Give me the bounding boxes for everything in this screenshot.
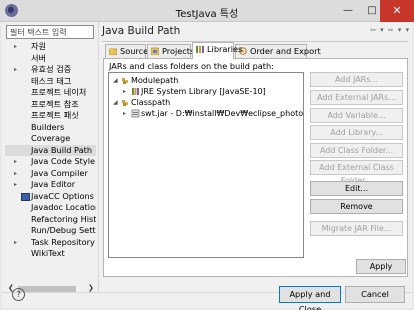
add-external-class-folder-button[interactable]: Add External Class Folder... bbox=[310, 160, 403, 185]
sidebar-item[interactable]: 프로젝트 패싯 bbox=[5, 110, 96, 122]
sidebar-item-label: Builders bbox=[31, 121, 65, 132]
forward-arrow-icon[interactable]: ⇨ ▾ ▾ bbox=[388, 26, 410, 34]
sidebar-item[interactable]: ▸ Task Repository bbox=[5, 237, 96, 249]
sidebar-item-label: Java Code Style bbox=[31, 156, 96, 166]
tab-source[interactable]: Source bbox=[105, 44, 149, 58]
modulepath-icon bbox=[122, 78, 128, 84]
library-icon bbox=[132, 88, 139, 95]
sidebar-item[interactable]: JavaCC Options bbox=[5, 191, 96, 203]
expanded-icon[interactable]: ◢ bbox=[113, 97, 118, 108]
back-arrow-icon[interactable]: ⇦ ▾ bbox=[370, 26, 385, 34]
panel-divider bbox=[98, 22, 99, 292]
sidebar-item-label: 서버 bbox=[31, 52, 47, 63]
sidebar-item[interactable]: Run/Debug Settings bbox=[5, 225, 96, 237]
collapsed-icon[interactable]: ▸ bbox=[123, 108, 126, 119]
history-arrows[interactable]: ⇦ ▾ ⇨ ▾ ▾ bbox=[370, 26, 410, 34]
libraries-description: JARs and class folders on the build path… bbox=[109, 61, 274, 71]
sidebar-item[interactable]: WikiText bbox=[5, 248, 96, 260]
add-library-button[interactable]: Add Library... bbox=[310, 125, 403, 140]
source-folder-icon bbox=[109, 48, 117, 55]
scroll-right-icon[interactable]: ❯ bbox=[88, 284, 94, 292]
sidebar-item[interactable]: 태스크 태그 bbox=[5, 76, 96, 88]
sidebar-item[interactable]: Coverage bbox=[5, 133, 96, 145]
sidebar-item-label: 태스크 태그 bbox=[31, 75, 72, 86]
add-variable-button[interactable]: Add Variable... bbox=[310, 108, 403, 123]
sidebar-item-label: 프로젝트 네이처 bbox=[31, 87, 87, 97]
expand-arrow-icon[interactable]: ▸ bbox=[14, 237, 17, 249]
sidebar-item-label: 자원 bbox=[31, 41, 47, 51]
collapsed-icon[interactable]: ▸ bbox=[123, 86, 126, 97]
sidebar-item-label: WikiText bbox=[31, 248, 65, 258]
projects-icon bbox=[151, 47, 159, 55]
migrate-jar-button[interactable]: Migrate JAR File... bbox=[310, 221, 403, 236]
sidebar-item[interactable]: Builders bbox=[5, 122, 96, 134]
sidebar-item-label: 프로젝트 패싯 bbox=[31, 110, 79, 120]
title-bar: TestJava 특성 — □ ✕ bbox=[0, 0, 414, 22]
jar-icon bbox=[131, 109, 140, 118]
tab-order-and-export[interactable]: Order and Export bbox=[235, 44, 321, 58]
tree-node-jre-system-library[interactable]: ▸ JRE System Library [JavaSE-10] bbox=[123, 86, 303, 97]
tab-label: Libraries bbox=[207, 44, 243, 54]
tab-label: Order and Export bbox=[250, 46, 321, 56]
remove-button[interactable]: Remove bbox=[310, 199, 403, 214]
build-path-tree[interactable]: ◢ Modulepath ▸ JRE System Library [JavaS… bbox=[108, 72, 304, 258]
expand-arrow-icon[interactable]: ▸ bbox=[14, 168, 17, 180]
tab-label: Source bbox=[120, 46, 149, 56]
expanded-icon[interactable]: ◢ bbox=[113, 75, 118, 86]
sidebar-item-label: Coverage bbox=[31, 133, 71, 143]
build-path-tabs: Source Projects Libraries Order and Expo… bbox=[102, 42, 408, 59]
sidebar-item-label: Java Build Path bbox=[31, 144, 93, 155]
tree-node-classpath[interactable]: ◢ Classpath bbox=[113, 97, 303, 108]
add-jars-button[interactable]: Add JARs... bbox=[310, 72, 403, 87]
property-page-tree: ▸ 자원 서버 ▸ 유효성 검증 태스크 태그 프로젝트 네이처 프로젝트 참조 프로젝트 패싯… bbox=[5, 41, 96, 283]
sidebar-item[interactable]: 프로젝트 네이처 bbox=[5, 87, 96, 99]
sidebar-item-label: 유효성 검증 bbox=[31, 64, 72, 74]
javacc-icon bbox=[21, 192, 30, 201]
sidebar-item[interactable]: ▸ 자원 bbox=[5, 41, 96, 53]
sidebar-item[interactable]: ▸ 유효성 검증 bbox=[5, 64, 96, 76]
help-icon[interactable]: ? bbox=[12, 288, 25, 301]
sidebar-item[interactable]: ▸ Java Compiler bbox=[5, 168, 96, 180]
libraries-icon bbox=[196, 46, 204, 53]
sidebar-item-label: Javadoc Location bbox=[31, 202, 96, 212]
add-external-jars-button[interactable]: Add External JARs... bbox=[310, 90, 403, 105]
sidebar-item-label: Run/Debug Settings bbox=[31, 225, 96, 235]
tab-label: Projects bbox=[162, 46, 195, 56]
sidebar-item[interactable]: Javadoc Location bbox=[5, 202, 96, 214]
expand-arrow-icon[interactable]: ▸ bbox=[14, 156, 17, 168]
close-button[interactable]: ✕ bbox=[380, 0, 414, 22]
dialog-body: 필터 텍스트 입력 ▸ 자원 서버 ▸ 유효성 검증 태스크 태그 프로젝트 네이처 프로젝트… bbox=[2, 22, 412, 310]
classpath-icon bbox=[122, 100, 128, 106]
expand-arrow-icon[interactable]: ▸ bbox=[14, 41, 17, 53]
sidebar-item[interactable]: ▸ Java Editor bbox=[5, 179, 96, 191]
sidebar-item-label: 프로젝트 참조 bbox=[31, 98, 79, 109]
expand-arrow-icon[interactable]: ▸ bbox=[14, 64, 17, 76]
tree-node-swt-jar[interactable]: ▸ swt.jar - D:₩install₩Dev₩eclipse_photo… bbox=[123, 108, 303, 119]
tab-projects[interactable]: Projects bbox=[147, 44, 195, 58]
sidebar-item-label: Java Compiler bbox=[31, 167, 88, 178]
sidebar-item-label: Java Editor bbox=[31, 179, 76, 189]
expand-arrow-icon[interactable]: ▸ bbox=[14, 179, 17, 191]
sidebar-item[interactable]: 프로젝트 참조 bbox=[5, 99, 96, 111]
tab-libraries[interactable]: Libraries bbox=[192, 42, 242, 59]
filter-input[interactable]: 필터 텍스트 입력 bbox=[6, 25, 94, 39]
sidebar-item[interactable]: Refactoring History bbox=[5, 214, 96, 226]
edit-button[interactable]: Edit... bbox=[310, 181, 403, 196]
sidebar-item-label: JavaCC Options bbox=[31, 190, 94, 201]
add-class-folder-button[interactable]: Add Class Folder... bbox=[310, 143, 403, 158]
page-title: Java Build Path bbox=[102, 25, 181, 37]
sidebar-item[interactable]: ▸ Java Code Style bbox=[5, 156, 96, 168]
apply-and-close-button[interactable]: Apply and Close bbox=[279, 286, 341, 310]
sidebar-item-label: Refactoring History bbox=[31, 213, 96, 224]
sidebar-item[interactable]: Java Build Path bbox=[5, 144, 96, 156]
cancel-button[interactable]: Cancel bbox=[345, 286, 405, 303]
tree-node-modulepath[interactable]: ◢ Modulepath bbox=[113, 75, 303, 86]
apply-button[interactable]: Apply bbox=[356, 259, 406, 274]
sidebar-item-label: Task Repository bbox=[31, 236, 95, 247]
sidebar-item[interactable]: 서버 bbox=[5, 53, 96, 65]
